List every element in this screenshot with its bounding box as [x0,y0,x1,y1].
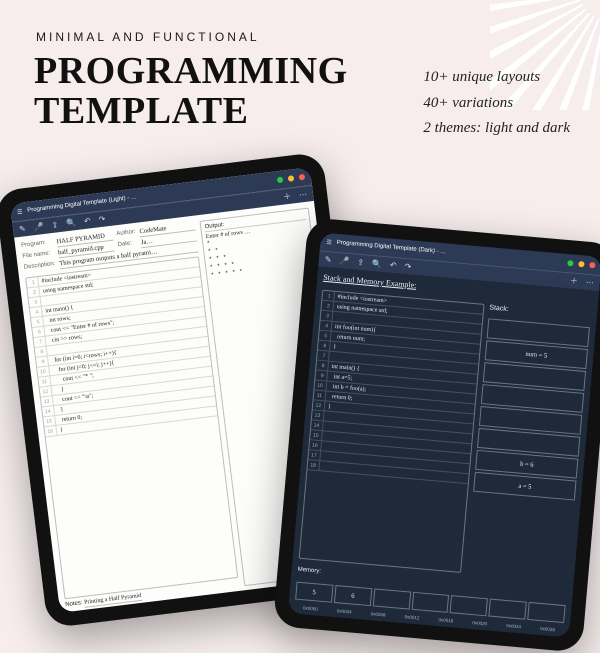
share-icon[interactable]: ⇪ [357,258,364,268]
more-icon[interactable]: ⋯ [299,190,308,200]
memory-address: 0x0028 [531,625,563,633]
window-close-icon[interactable] [299,174,306,181]
sheet-dark: Stack and Memory Example: 1#include <ios… [288,266,599,637]
window-max-icon[interactable] [288,175,295,182]
redo-icon[interactable]: ↷ [98,214,106,224]
add-icon[interactable]: ＋ [283,191,292,203]
menu-icon[interactable]: ☰ [17,208,23,216]
memory-address: 0x0024 [497,622,529,630]
author-label: Author: [116,229,136,240]
memory-cell [527,602,565,623]
date-label: Date: [117,240,137,251]
memory-address: 0x0004 [328,608,360,616]
search-icon[interactable]: 🔍 [66,218,77,228]
window-close-icon[interactable] [589,262,596,269]
memory-cell [489,599,527,620]
add-icon[interactable]: ＋ [569,275,578,287]
bullet-layouts: 10+ unique layouts [423,65,570,91]
bullet-themes: 2 themes: light and dark [423,116,570,142]
tagline: MINIMAL AND FUNCTIONAL [36,30,260,44]
window-min-icon[interactable] [277,177,284,184]
menu-icon[interactable]: ☰ [326,238,332,245]
title-line2: TEMPLATE [34,92,348,132]
feature-bullets: 10+ unique layouts 40+ variations 2 them… [423,65,570,142]
undo-icon[interactable]: ↶ [84,216,92,226]
tablet-dark: ☰ Programming Digital Template (Dark) - … [273,217,600,652]
memory-address: 0x0008 [362,610,394,618]
stack-column: num = 5b = 6a = 5 [466,318,590,582]
title-line1: PROGRAMMING [34,52,348,92]
memory-address: 0x0020 [464,619,496,627]
notes-label: Notes: [65,600,83,608]
memory-cell [373,588,411,609]
undo-icon[interactable]: ↶ [390,261,397,271]
product-title: PROGRAMMING TEMPLATE [34,52,348,132]
more-icon[interactable]: ⋯ [585,278,594,288]
code-block-dark: 1#include <iostream>2using namespace std… [299,290,485,573]
share-icon[interactable]: ⇪ [51,220,59,230]
memory-address: 0x0012 [396,613,428,621]
window-max-icon[interactable] [578,261,585,268]
mic-icon[interactable]: 🎤 [339,256,350,266]
code-block-light: 1#include <iostream>2using namespace std… [25,256,239,599]
memory-cell [411,592,449,613]
stack-title: Stack: [489,304,591,321]
mic-icon[interactable]: 🎤 [33,222,44,232]
bullet-variations: 40+ variations [423,91,570,117]
pen-icon[interactable]: ✎ [19,224,27,234]
redo-icon[interactable]: ↷ [404,262,411,272]
memory-address: 0x0000 [294,605,326,613]
memory-address: 0x0016 [430,616,462,624]
window-min-icon[interactable] [567,260,574,267]
pen-icon[interactable]: ✎ [324,255,331,265]
memory-cell: 6 [334,585,372,606]
search-icon[interactable]: 🔍 [372,259,383,269]
memory-cell [450,595,488,616]
desc-label: Description: [24,261,57,274]
